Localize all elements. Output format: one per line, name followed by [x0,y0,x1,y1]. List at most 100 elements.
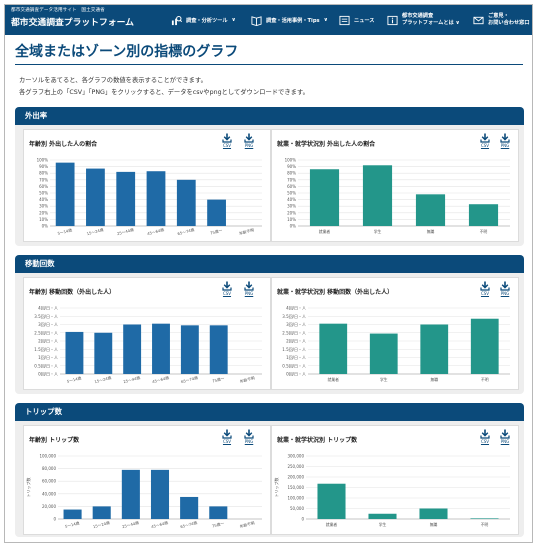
csv-download-button[interactable]: CSV [220,133,234,148]
site-logo-link[interactable]: 都市交通調査プラットフォーム [11,15,134,28]
y-tick-label: 40% [287,197,296,202]
png-label: PNG [500,143,510,148]
bar [55,162,75,226]
bar [369,333,398,374]
nav-news[interactable]: ニュース [339,5,375,35]
y-tick-label: 100,000 [287,496,304,501]
mail-icon [473,16,484,24]
x-tick-label: 学生 [374,229,382,234]
x-tick-label: 不明 [481,522,489,527]
y-tick-label: 0.5回/日・人 [34,363,58,368]
chart-search-icon [171,15,182,25]
x-tick-label: 不明 [481,377,489,382]
bar [309,169,340,226]
x-tick-label: 65〜74歳 [180,520,198,529]
csv-label: CSV [222,143,232,148]
y-tick-label: 2回/日・人 [286,339,306,344]
chart-card: 就業・就学状況別 外出した人の割合 CSV PNG 0% 10% 20% 30% 40%… [271,129,519,242]
y-tick-label: 3回/日・人 [38,322,58,327]
x-tick-label: 5〜14歳 [66,375,82,384]
y-tick-label: 60% [39,184,48,189]
nav-analysis-tools[interactable]: 調査・分析ツール ∨ [171,5,236,35]
png-download-button[interactable]: PNG [242,133,256,148]
x-tick-label: 75歳〜 [212,375,225,383]
nav-contact-label-1: ご意見・ [488,13,509,19]
nav-contact-label-2: お問い合わせ窓口 [488,20,530,26]
csv-download-button[interactable]: CSV [220,281,234,296]
chart-card: 就業・就学状況別 移動回数（外出した人） CSV PNG 0回/日・人 0.5回/… [271,277,519,390]
y-tick-label: 2回/日・人 [38,339,58,344]
y-tick-label: 2.5回/日・人 [282,330,306,335]
png-download-button[interactable]: PNG [242,429,256,444]
bar [420,324,449,374]
download-icon [480,429,490,439]
x-tick-label: 15〜24歳 [86,227,104,236]
bar [209,325,228,374]
chart-card: 年齢別 移動回数（外出した人） CSV PNG 0回/日・人 0.5回/日・人 1回… [23,277,271,390]
y-tick-label: 20% [287,210,296,215]
csv-download-button[interactable]: CSV [478,429,492,444]
y-tick-label: 0% [42,224,49,229]
download-icon [222,133,232,143]
x-tick-label: 15〜24歳 [92,520,110,529]
csv-label: CSV [480,291,490,296]
download-icon [500,281,510,291]
download-icon [480,281,490,291]
nav-case-studies[interactable]: 調査・活用事例・Tips ∨ [251,5,328,35]
x-tick-label: 学生 [379,522,387,527]
png-download-button[interactable]: PNG [498,281,512,296]
y-tick-label: 80% [287,171,296,176]
png-download-button[interactable]: PNG [242,281,256,296]
occupation-outing-rate-chart: 0% 10% 20%30% 40%50% 60% 70%80% 90%100% 就業者 学生 無職… [285,158,510,234]
x-tick-label: 45〜64歳 [151,520,169,529]
y-tick-label: 10% [287,217,296,222]
download-icon [244,133,254,143]
section-title: トリップ数 [15,403,524,421]
png-label: PNG [244,439,254,444]
age-trip-count-chart: 0 20,000 40,000 60,000 80,000 100,000 トリップ数 5〜1… [25,454,262,529]
nav-about[interactable]: 都市交通調査 プラットフォームとは ∨ [387,5,460,35]
info-icon [387,15,398,25]
png-label: PNG [500,439,510,444]
png-download-button[interactable]: PNG [498,133,512,148]
section-outing-rate: 外出率 年齢別 外出した人の割合 CSV PNG 0% 10% 20% 30% 40% 5… [15,107,524,246]
bar [152,323,170,374]
y-tick-label: 4回/日・人 [286,306,306,311]
download-icon [500,429,510,439]
bar [92,506,111,519]
y-tick-label: 20% [39,210,48,215]
bar [419,508,448,519]
y-tick-label: 3.5回/日・人 [34,314,58,319]
x-tick-label: 5〜14歳 [57,227,73,236]
nav-about-label-2: プラットフォームとは ∨ [402,20,460,26]
x-tick-label: 学生 [380,377,388,382]
download-icon [244,429,254,439]
news-icon [339,15,350,25]
x-tick-label: 5〜14歳 [64,520,80,529]
bar [209,506,228,519]
y-tick-label: 1回/日・人 [38,355,58,360]
x-tick-label: 無職 [430,522,438,527]
title-divider [15,64,523,65]
csv-download-button[interactable]: CSV [220,429,234,444]
csv-download-button[interactable]: CSV [478,133,492,148]
y-tick-label: 100,000 [39,454,56,459]
site-header: 都市交通調査データ活用サイト 国土交通省 都市交通調査プラットフォーム 調査・分… [5,5,532,35]
chart-title: 就業・就学状況別 外出した人の割合 [277,141,376,148]
bar [116,171,136,226]
csv-download-button[interactable]: CSV [478,281,492,296]
chart-title: 年齢別 移動回数（外出した人） [29,289,116,296]
x-tick-label: 年齢不明 [238,227,254,236]
download-icon [222,429,232,439]
bar [362,165,393,226]
nav-contact[interactable]: ご意見・ お問い合わせ窓口 [473,5,530,35]
png-download-button[interactable]: PNG [498,429,512,444]
y-tick-label: 40% [39,197,48,202]
section-title: 移動回数 [15,255,524,273]
y-tick-label: 0回/日・人 [286,372,306,377]
y-tick-label: 30% [287,204,296,209]
x-tick-label: 45〜64歳 [152,375,170,384]
y-tick-label: 1.5回/日・人 [282,347,306,352]
y-tick-label: 2.5回/日・人 [34,330,58,335]
bar [317,483,346,519]
